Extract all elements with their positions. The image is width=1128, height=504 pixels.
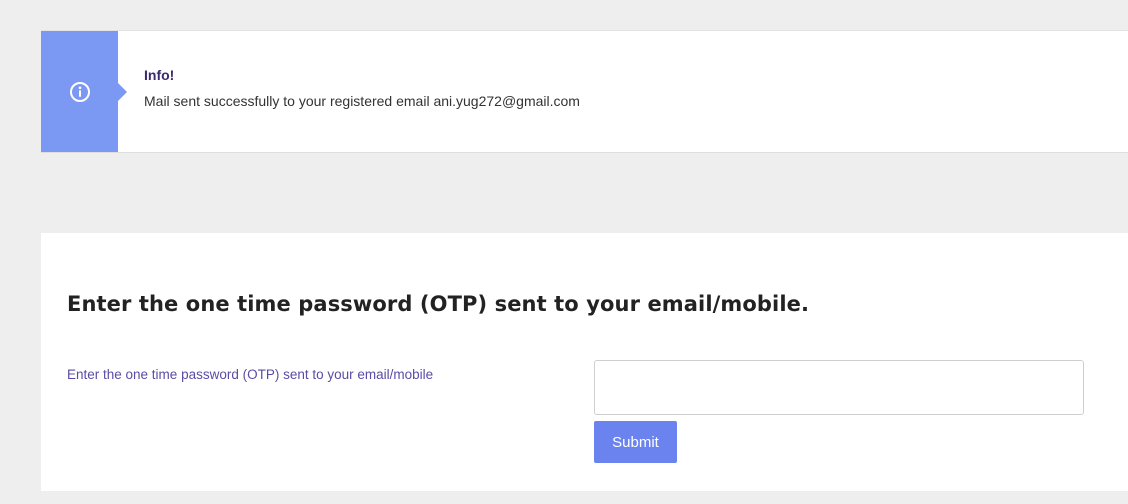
- otp-field-label: Enter the one time password (OTP) sent t…: [67, 367, 434, 382]
- submit-button[interactable]: Submit: [594, 421, 677, 463]
- page: Info! Mail sent successfully to your reg…: [0, 0, 1128, 504]
- alert-title: Info!: [144, 67, 175, 83]
- alert-message: Mail sent successfully to your registere…: [144, 93, 580, 109]
- otp-heading: Enter the one time password (OTP) sent t…: [67, 292, 810, 316]
- otp-input[interactable]: [594, 360, 1084, 415]
- info-circle-icon: [69, 81, 91, 103]
- alert-body: Info! Mail sent successfully to your reg…: [118, 31, 580, 152]
- otp-card: Enter the one time password (OTP) sent t…: [41, 233, 1128, 491]
- info-alert: Info! Mail sent successfully to your reg…: [41, 30, 1128, 153]
- alert-icon-box: [41, 31, 127, 152]
